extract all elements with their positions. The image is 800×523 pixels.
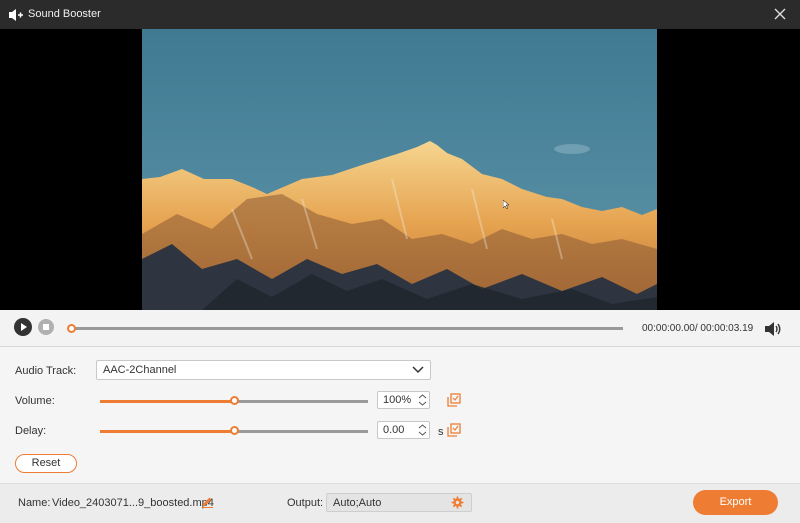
title-bar: Sound Booster [0,0,800,29]
delay-slider[interactable] [100,426,368,435]
video-preview[interactable] [0,29,800,310]
delay-slider-handle[interactable] [230,426,239,435]
progress-track[interactable] [72,327,623,330]
volume-label: Volume: [15,395,55,407]
timecode: 00:00:00.00/ 00:00:03.19 [642,323,754,334]
delay-stepper[interactable]: 0.00 [377,421,430,439]
volume-slider-fill [100,400,234,403]
output-settings-field[interactable]: Auto;Auto [326,493,472,512]
export-button[interactable]: Export [693,490,778,515]
volume-slider[interactable] [100,396,368,405]
spin-arrows-icon[interactable] [418,423,427,437]
reset-button[interactable]: Reset [15,454,77,473]
name-label: Name: [18,497,51,509]
delay-label: Delay: [15,425,47,437]
delay-value: 0.00 [383,424,405,436]
audio-track-label: Audio Track: [15,365,77,377]
mouse-cursor [503,200,510,210]
volume-value: 100% [383,394,412,406]
spin-arrows-icon[interactable] [418,393,427,407]
window-title: Sound Booster [28,8,101,20]
speaker-plus-icon [9,9,23,21]
progress-handle[interactable] [67,324,76,333]
gear-icon[interactable] [451,496,464,509]
delay-unit: s [438,426,444,438]
video-frame [142,29,657,310]
delay-slider-fill [100,430,234,433]
footer-bar: Name: Video_2403071...9_boosted.mp4 Outp… [0,483,800,523]
volume-stepper[interactable]: 100% [377,391,430,409]
edit-icon[interactable] [201,495,214,508]
playback-bar: 00:00:00.00/ 00:00:03.19 [0,310,800,347]
stop-icon[interactable] [38,319,54,335]
file-name: Video_2403071...9_boosted.mp4 [52,497,214,509]
volume-icon[interactable] [764,320,782,338]
output-value: Auto;Auto [333,497,382,509]
play-icon[interactable] [14,318,32,336]
audio-track-value: AAC-2Channel [103,364,177,376]
output-label: Output: [287,497,324,509]
copy-icon[interactable] [447,423,461,437]
settings-panel: Audio Track: AAC-2Channel Volume: 100% D… [0,347,800,483]
audio-track-select[interactable]: AAC-2Channel [96,360,431,380]
close-icon[interactable] [770,4,790,24]
copy-icon[interactable] [447,393,461,407]
chevron-down-icon [412,366,424,374]
volume-slider-handle[interactable] [230,396,239,405]
